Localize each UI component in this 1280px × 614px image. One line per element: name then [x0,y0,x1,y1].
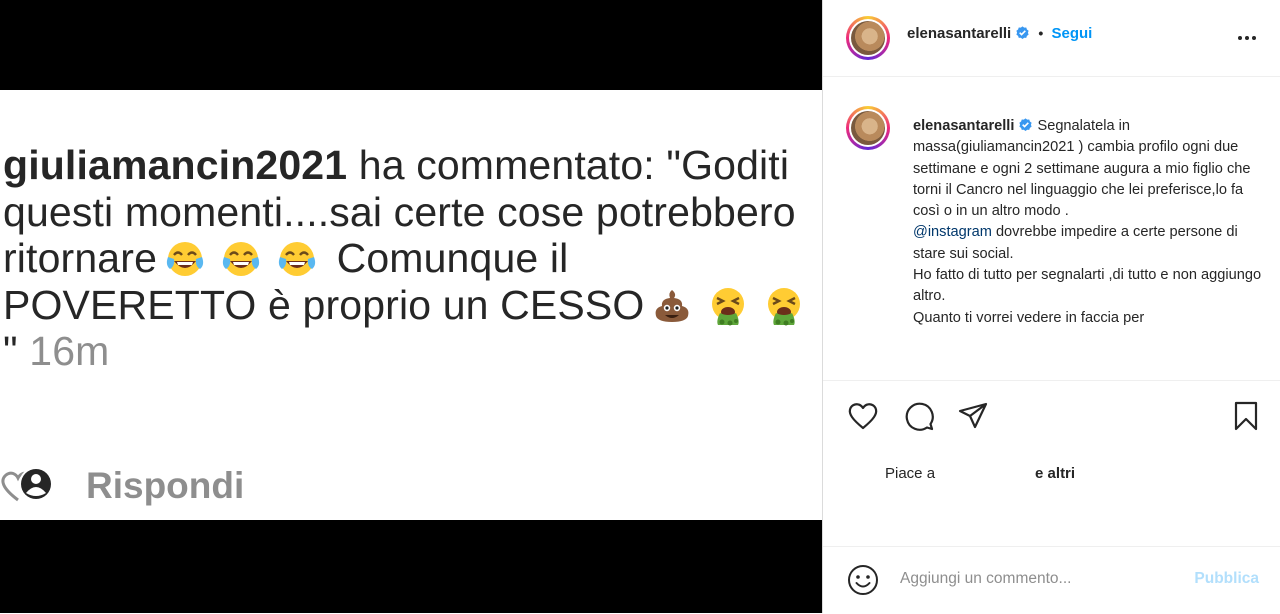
caption-text: elenasantarelli Segnalatela in massa(giu… [913,116,1263,329]
mention-link[interactable]: @instagram [913,224,992,240]
more-options-icon[interactable] [1235,26,1259,50]
caption-text-4: Quanto ti vorrei vedere in faccia per [913,309,1145,326]
avatar[interactable] [846,16,890,60]
face-with-tears-of-joy-icon [275,239,319,279]
like-heart-icon[interactable] [847,400,879,432]
publish-button[interactable]: Pubblica [1194,570,1259,588]
quoted-comment: giuliamancin2021 ha commentato: "Goditi … [3,142,818,375]
pile-of-poo-icon [650,286,694,326]
separator-dot: • [1038,25,1044,41]
follow-button[interactable]: Segui [1051,25,1092,42]
emoji-picker-icon[interactable] [847,564,879,596]
screenshot-image: giuliamancin2021 ha commentato: "Goditi … [0,90,822,520]
quoted-reply-row: Rispondi [0,465,245,506]
caption-section[interactable]: elenasantarelli Segnalatela in massa(giu… [823,78,1280,381]
avatar-image [851,21,885,55]
likes-prefix: Piace a [885,465,936,482]
caption-username[interactable]: elenasantarelli [913,118,1014,134]
comment-bubble-icon[interactable] [903,400,935,432]
verified-badge-icon [1018,117,1033,132]
heart-avatar-icon [0,466,60,506]
verified-badge-icon [1015,25,1030,40]
comment-input[interactable] [900,567,1170,591]
quoted-reply-label: Rispondi [86,465,245,506]
avatar-ring [849,19,887,57]
avatar-ring [849,109,887,147]
likes-suffix[interactable]: e altri [1035,465,1075,482]
likes-summary[interactable]: Piace a e altri [885,465,1075,482]
face-vomiting-icon [706,286,750,326]
quoted-timestamp: 16m [29,328,110,374]
post-header: elenasantarelli • Segui [823,0,1280,77]
caption-text-3: Ho fatto di tutto per segnalarti ,di tut… [913,267,1262,305]
header-user-row: elenasantarelli • Segui [907,25,1092,42]
share-send-icon[interactable] [957,400,989,432]
face-with-tears-of-joy-icon [163,239,207,279]
action-bar [823,398,1280,438]
bookmark-save-icon[interactable] [1230,400,1262,432]
caption-avatar[interactable] [846,106,890,150]
avatar-image [851,111,885,145]
face-with-tears-of-joy-icon [219,239,263,279]
quoted-username: giuliamancin2021 [3,142,348,188]
post-sidebar: elenasantarelli • Segui elenasantarelli … [822,0,1280,613]
add-comment-bar: Pubblica [823,546,1280,614]
header-username[interactable]: elenasantarelli [907,25,1011,42]
post-media[interactable]: giuliamancin2021 ha commentato: "Goditi … [0,0,822,613]
face-vomiting-icon [762,286,806,326]
quoted-text-3: " [3,328,18,374]
